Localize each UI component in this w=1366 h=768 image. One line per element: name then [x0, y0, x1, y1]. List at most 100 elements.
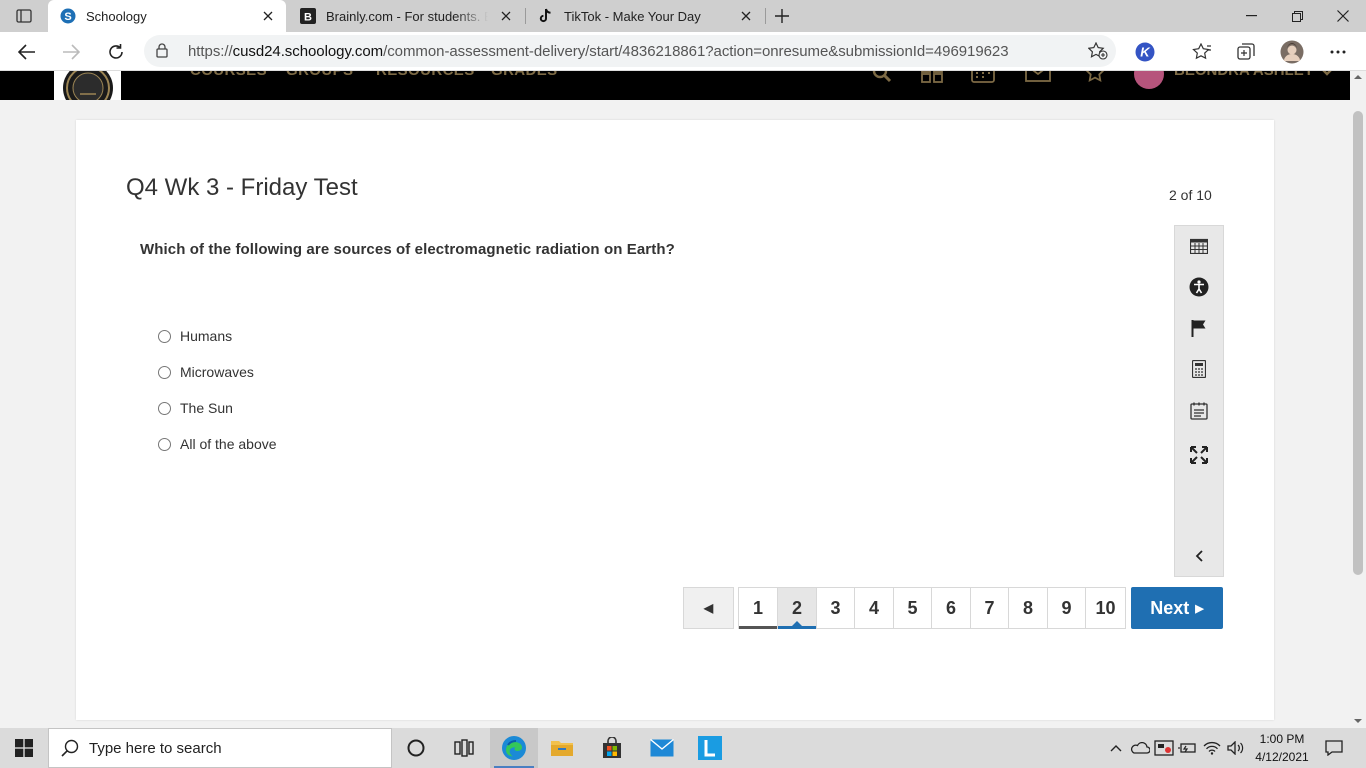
answer-option-microwaves[interactable]: Microwaves — [158, 362, 254, 382]
answer-option-humans[interactable]: Humans — [158, 326, 232, 346]
answer-option-all-of-the-above[interactable]: All of the above — [158, 434, 277, 454]
page-button-10[interactable]: 10 — [1085, 587, 1126, 629]
close-tab-icon[interactable] — [256, 4, 280, 28]
radio-button[interactable] — [158, 365, 171, 379]
search-icon[interactable] — [872, 71, 892, 83]
minimize-window-button[interactable] — [1228, 0, 1274, 32]
notepad-icon[interactable] — [1187, 399, 1211, 423]
nav-grades-link[interactable]: GRADES — [491, 71, 558, 79]
wifi-icon — [1203, 741, 1221, 755]
current-page-caret — [792, 621, 802, 626]
close-icon — [1337, 10, 1349, 22]
page-button-2[interactable]: 2 — [777, 587, 817, 629]
tab-actions-icon[interactable] — [0, 0, 48, 32]
tab-brainly[interactable]: B Brainly.com - For students. By student… — [288, 0, 524, 32]
task-view-icon — [454, 739, 474, 757]
task-view-button[interactable] — [440, 728, 488, 768]
page-button-7[interactable]: 7 — [970, 587, 1009, 629]
page-button-8[interactable]: 8 — [1008, 587, 1048, 629]
launcher-l-button[interactable] — [686, 728, 734, 768]
page-number: 8 — [1022, 597, 1033, 618]
power-button[interactable] — [1176, 728, 1200, 768]
file-explorer-button[interactable] — [538, 728, 586, 768]
start-button[interactable] — [0, 728, 48, 768]
forward-button[interactable] — [56, 37, 86, 67]
page-button-1[interactable]: 1 — [738, 587, 778, 629]
page-button-5[interactable]: 5 — [893, 587, 932, 629]
answer-label: All of the above — [180, 436, 277, 452]
close-tab-icon[interactable] — [734, 4, 758, 28]
calendar-icon[interactable] — [1187, 234, 1211, 258]
school-logo[interactable] — [54, 71, 121, 100]
url-text[interactable]: https://cusd24.schoology.com/common-asse… — [188, 43, 1009, 60]
nav-resources-link[interactable]: RESOURCES — [376, 71, 475, 79]
radio-button[interactable] — [158, 401, 171, 415]
page-scrollbar[interactable] — [1350, 71, 1366, 727]
lock-icon — [156, 43, 168, 58]
user-avatar[interactable] — [1134, 71, 1164, 89]
address-bar[interactable]: https://cusd24.schoology.com/common-asse… — [144, 35, 1116, 67]
volume-button[interactable] — [1224, 728, 1248, 768]
collapse-chevron-icon[interactable] — [1187, 544, 1211, 568]
fullscreen-icon[interactable] — [1187, 443, 1211, 467]
favorites-button[interactable] — [1187, 37, 1217, 67]
taskbar-search-box[interactable]: Type here to search — [48, 728, 392, 768]
notification-center-button[interactable] — [1314, 728, 1354, 768]
notifications-icon[interactable] — [1084, 71, 1106, 83]
launcher-l-icon — [698, 736, 722, 760]
previous-question-button[interactable]: ◀ — [683, 587, 734, 629]
close-tab-icon[interactable] — [494, 4, 518, 28]
page-button-6[interactable]: 6 — [931, 587, 971, 629]
page-button-9[interactable]: 9 — [1047, 587, 1086, 629]
radio-button[interactable] — [158, 329, 171, 343]
chevron-down-icon[interactable] — [1320, 71, 1334, 77]
store-button[interactable] — [588, 728, 636, 768]
next-button[interactable]: Next ▶ — [1131, 587, 1223, 629]
collections-button[interactable] — [1231, 37, 1261, 67]
back-arrow-icon — [18, 44, 35, 60]
scroll-up-icon[interactable] — [1350, 71, 1366, 83]
system-clock[interactable]: 1:00 PM 4/12/2021 — [1254, 730, 1310, 766]
apps-grid-icon[interactable] — [921, 71, 943, 83]
nav-courses-link[interactable]: COURSES — [190, 71, 267, 79]
mail-button[interactable] — [638, 728, 686, 768]
minimize-icon — [1245, 15, 1257, 17]
refresh-button[interactable] — [101, 37, 131, 67]
accessibility-icon[interactable] — [1187, 275, 1211, 299]
flag-icon[interactable] — [1187, 316, 1211, 340]
settings-more-button[interactable] — [1323, 37, 1353, 67]
calendar-nav-icon[interactable] — [971, 71, 995, 83]
profile-button[interactable] — [1277, 37, 1307, 67]
add-favorite-icon[interactable] — [1088, 42, 1108, 60]
mail-icon — [650, 739, 674, 757]
scrollbar-thumb[interactable] — [1353, 111, 1363, 575]
back-button[interactable] — [12, 37, 42, 67]
cortana-button[interactable] — [392, 728, 440, 768]
show-hidden-icons-button[interactable] — [1104, 728, 1128, 768]
restore-window-button[interactable] — [1274, 0, 1320, 32]
nav-groups-link[interactable]: GROUPS — [286, 71, 353, 79]
tray-app-button[interactable] — [1152, 728, 1176, 768]
close-window-button[interactable] — [1320, 0, 1366, 32]
page-number: 2 — [791, 597, 802, 618]
tab-schoology[interactable]: S Schoology — [48, 0, 286, 32]
scroll-down-icon[interactable] — [1350, 715, 1366, 727]
radio-button[interactable] — [158, 437, 171, 451]
url-path: /common-assessment-delivery/start/483621… — [383, 43, 1009, 60]
answer-option-the-sun[interactable]: The Sun — [158, 398, 233, 418]
windows-taskbar: Type here to search 1:00 PM 4/12/2021 — [0, 728, 1366, 768]
calculator-icon[interactable] — [1187, 357, 1211, 381]
tiktok-favicon-icon — [538, 8, 554, 24]
question-text: Which of the following are sources of el… — [140, 241, 675, 258]
tab-tiktok[interactable]: TikTok - Make Your Day — [526, 0, 764, 32]
extension-k-button[interactable]: K — [1130, 37, 1160, 67]
svg-text:B: B — [304, 12, 312, 24]
page-button-3[interactable]: 3 — [816, 587, 855, 629]
messages-icon[interactable] — [1025, 71, 1059, 83]
page-button-4[interactable]: 4 — [854, 587, 894, 629]
user-name[interactable]: BEONDRA ASHLEY — [1174, 71, 1314, 79]
edge-taskbar-button[interactable] — [490, 728, 538, 768]
network-button[interactable] — [1200, 728, 1224, 768]
onedrive-button[interactable] — [1128, 728, 1152, 768]
new-tab-button[interactable] — [770, 4, 794, 28]
